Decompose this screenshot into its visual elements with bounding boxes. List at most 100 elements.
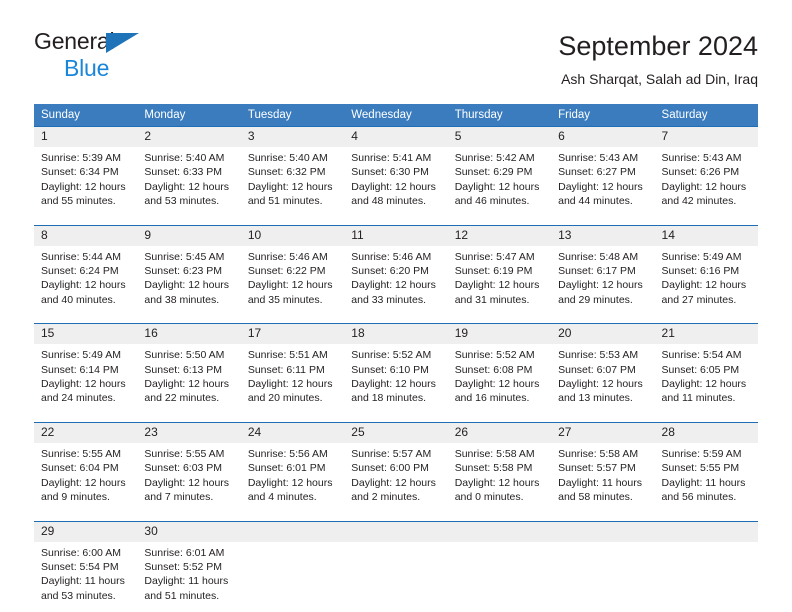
day-number: 9	[137, 225, 241, 246]
day-details: Sunrise: 5:56 AM Sunset: 6:01 PM Daylight:…	[240, 442, 345, 511]
sunrise-text: Sunrise: 5:43 AM	[558, 152, 639, 164]
calendar-day-cell[interactable]: 28 Sunrise: 5:59 AM Sunset: 5:55 PM Dayligh…	[654, 421, 758, 511]
calendar-day-cell[interactable]: 26 Sunrise: 5:58 AM Sunset: 5:58 PM Dayligh…	[447, 421, 552, 511]
calendar-day-cell[interactable]: 22 Sunrise: 5:55 AM Sunset: 6:04 PM Dayligh…	[34, 421, 138, 511]
day-number: 13	[551, 225, 655, 246]
daylight-text-line2: and 31 minutes.	[454, 293, 530, 306]
day-number: 15	[34, 324, 138, 345]
daylight-text-line2: and 44 minutes.	[558, 195, 633, 208]
sunset-text: Sunset: 5:58 PM	[454, 462, 533, 475]
day-number: 26	[447, 422, 552, 443]
calendar-day-cell[interactable]: 27 Sunrise: 5:58 AM Sunset: 5:57 PM Dayligh…	[551, 421, 655, 511]
sunset-text: Sunset: 6:20 PM	[351, 265, 429, 278]
calendar-day-cell[interactable]: 30 Sunrise: 6:01 AM Sunset: 5:52 PM Dayligh…	[137, 520, 241, 610]
calendar-day-cell[interactable]: 9 Sunrise: 5:45 AM Sunset: 6:23 PM Daylight…	[137, 224, 241, 314]
page-title: September 2024	[558, 31, 758, 61]
day-number: 22	[34, 422, 138, 443]
sunrise-text: Sunrise: 5:46 AM	[247, 250, 328, 263]
day-details: Sunrise: 5:54 AM Sunset: 6:05 PM Daylight:…	[654, 344, 758, 412]
sunset-text: Sunset: 6:27 PM	[558, 166, 636, 179]
week-separator-cell	[34, 510, 758, 521]
day-number: 21	[654, 324, 758, 345]
daylight-text-line2: and 9 minutes.	[41, 491, 110, 504]
daylight-text-line1: Daylight: 12 hours	[454, 378, 540, 391]
daylight-text-line1: Daylight: 12 hours	[247, 180, 333, 193]
calendar-day-cell[interactable]: 23 Sunrise: 5:55 AM Sunset: 6:03 PM Dayligh…	[137, 421, 241, 511]
day-number: 23	[137, 422, 241, 443]
calendar-day-cell[interactable]: 16 Sunrise: 5:50 AM Sunset: 6:13 PM Dayligh…	[137, 323, 241, 412]
day-number: 17	[240, 324, 345, 345]
day-number: 18	[344, 324, 448, 345]
sunrise-text: Sunrise: 5:48 AM	[558, 250, 639, 263]
daylight-text-line2: and 46 minutes.	[454, 195, 530, 208]
day-details: Sunrise: 5:41 AM Sunset: 6:30 PM Daylight:…	[344, 147, 448, 215]
week-separator-cell	[34, 411, 758, 423]
calendar-day-cell[interactable]: 21 Sunrise: 5:54 AM Sunset: 6:05 PM Dayligh…	[654, 323, 758, 412]
calendar-day-cell[interactable]: 11 Sunrise: 5:46 AM Sunset: 6:20 PM Dayligh…	[344, 224, 448, 314]
sunrise-text: Sunrise: 6:00 AM	[41, 546, 121, 559]
calendar-day-cell[interactable]: 12 Sunrise: 5:47 AM Sunset: 6:19 PM Dayligh…	[447, 224, 552, 314]
sunset-text: Sunset: 6:23 PM	[144, 265, 223, 278]
weekday-header-friday: Friday	[551, 104, 655, 127]
calendar-day-cell-empty	[240, 520, 345, 610]
daylight-text-line1: Daylight: 12 hours	[558, 180, 643, 193]
calendar-day-cell[interactable]: 15 Sunrise: 5:49 AM Sunset: 6:14 PM Dayligh…	[34, 323, 138, 412]
calendar-day-cell[interactable]: 20 Sunrise: 5:53 AM Sunset: 6:07 PM Dayligh…	[551, 323, 655, 412]
calendar-day-cell[interactable]: 5 Sunrise: 5:42 AM Sunset: 6:29 PM Daylight…	[447, 125, 552, 215]
daylight-text-line1: Daylight: 11 hours	[558, 476, 642, 489]
calendar-day-cell[interactable]: 18 Sunrise: 5:52 AM Sunset: 6:10 PM Dayligh…	[344, 323, 448, 412]
calendar-day-cell[interactable]: 4 Sunrise: 5:41 AM Sunset: 6:30 PM Daylight…	[344, 125, 448, 215]
daylight-text-line2: and 24 minutes.	[41, 392, 116, 405]
calendar-day-cell[interactable]: 17 Sunrise: 5:51 AM Sunset: 6:11 PM Dayligh…	[240, 323, 345, 412]
calendar-day-cell[interactable]: 24 Sunrise: 5:56 AM Sunset: 6:01 PM Dayligh…	[240, 421, 345, 511]
calendar-day-cell[interactable]: 2 Sunrise: 5:40 AM Sunset: 6:33 PM Daylight…	[137, 125, 241, 215]
calendar-day-cell[interactable]: 29 Sunrise: 6:00 AM Sunset: 5:54 PM Dayligh…	[34, 520, 138, 610]
calendar-day-cell[interactable]: 3 Sunrise: 5:40 AM Sunset: 6:32 PM Daylight…	[240, 125, 345, 215]
calendar-day-cell[interactable]: 6 Sunrise: 5:43 AM Sunset: 6:27 PM Daylight…	[551, 125, 655, 215]
day-number: 16	[137, 324, 241, 345]
week-separator-cell	[34, 214, 758, 226]
daylight-text-line1: Daylight: 12 hours	[247, 378, 333, 391]
calendar-day-cell-empty	[654, 520, 758, 610]
day-details: Sunrise: 5:44 AM Sunset: 6:24 PM Daylight:…	[34, 245, 138, 314]
daylight-text-line1: Daylight: 12 hours	[351, 279, 436, 292]
calendar-table: Sunday Monday Tuesday Wednesday Thursday…	[34, 104, 758, 610]
sunset-text: Sunset: 6:01 PM	[247, 462, 326, 475]
daylight-text-line1: Daylight: 12 hours	[661, 180, 747, 193]
sunrise-text: Sunrise: 6:01 AM	[144, 546, 225, 559]
calendar-day-cell[interactable]: 19 Sunrise: 5:52 AM Sunset: 6:08 PM Dayligh…	[447, 323, 552, 412]
day-number: 11	[344, 225, 448, 246]
day-number	[654, 521, 758, 542]
sunrise-text: Sunrise: 5:47 AM	[454, 250, 535, 263]
calendar-day-cell[interactable]: 14 Sunrise: 5:49 AM Sunset: 6:16 PM Dayligh…	[654, 224, 758, 314]
calendar-day-cell[interactable]: 1 Sunrise: 5:39 AM Sunset: 6:34 PM Daylight…	[34, 125, 138, 215]
sunrise-text: Sunrise: 5:44 AM	[41, 250, 121, 263]
day-details	[551, 541, 655, 610]
sunrise-text: Sunrise: 5:58 AM	[558, 447, 639, 460]
daylight-text-line2: and 7 minutes.	[144, 491, 214, 504]
daylight-text-line1: Daylight: 12 hours	[661, 279, 747, 292]
calendar-day-cell[interactable]: 7 Sunrise: 5:43 AM Sunset: 6:26 PM Daylight…	[654, 125, 758, 215]
daylight-text-line1: Daylight: 12 hours	[351, 476, 436, 489]
logo-line-general: General	[34, 30, 254, 56]
calendar-day-cell[interactable]: 25 Sunrise: 5:57 AM Sunset: 6:00 PM Dayligh…	[344, 421, 448, 511]
calendar-day-cell[interactable]: 10 Sunrise: 5:46 AM Sunset: 6:22 PM Dayligh…	[240, 224, 345, 314]
day-details: Sunrise: 5:59 AM Sunset: 5:55 PM Daylight:…	[654, 442, 758, 511]
day-details: Sunrise: 5:45 AM Sunset: 6:23 PM Daylight:…	[137, 245, 241, 314]
day-details: Sunrise: 5:46 AM Sunset: 6:20 PM Daylight:…	[344, 245, 448, 314]
page-subtitle-location: Ash Sharqat, Salah ad Din, Iraq	[561, 71, 758, 87]
day-number: 1	[34, 127, 138, 147]
daylight-text-line1: Daylight: 12 hours	[144, 378, 230, 391]
daylight-text-line1: Daylight: 12 hours	[41, 180, 126, 193]
day-number: 29	[34, 521, 138, 542]
daylight-text-line1: Daylight: 12 hours	[558, 279, 643, 292]
day-details	[447, 541, 552, 610]
sunrise-text: Sunrise: 5:54 AM	[661, 349, 742, 362]
sunset-text: Sunset: 6:14 PM	[41, 363, 119, 376]
day-details: Sunrise: 5:40 AM Sunset: 6:33 PM Daylight:…	[137, 147, 241, 215]
calendar-day-cell[interactable]: 13 Sunrise: 5:48 AM Sunset: 6:17 PM Dayligh…	[551, 224, 655, 314]
daylight-text-line1: Daylight: 12 hours	[247, 279, 333, 292]
daylight-text-line1: Daylight: 12 hours	[41, 378, 126, 391]
calendar-day-cell[interactable]: 8 Sunrise: 5:44 AM Sunset: 6:24 PM Daylight…	[34, 224, 138, 314]
general-blue-logo[interactable]: General Blue	[34, 30, 254, 88]
